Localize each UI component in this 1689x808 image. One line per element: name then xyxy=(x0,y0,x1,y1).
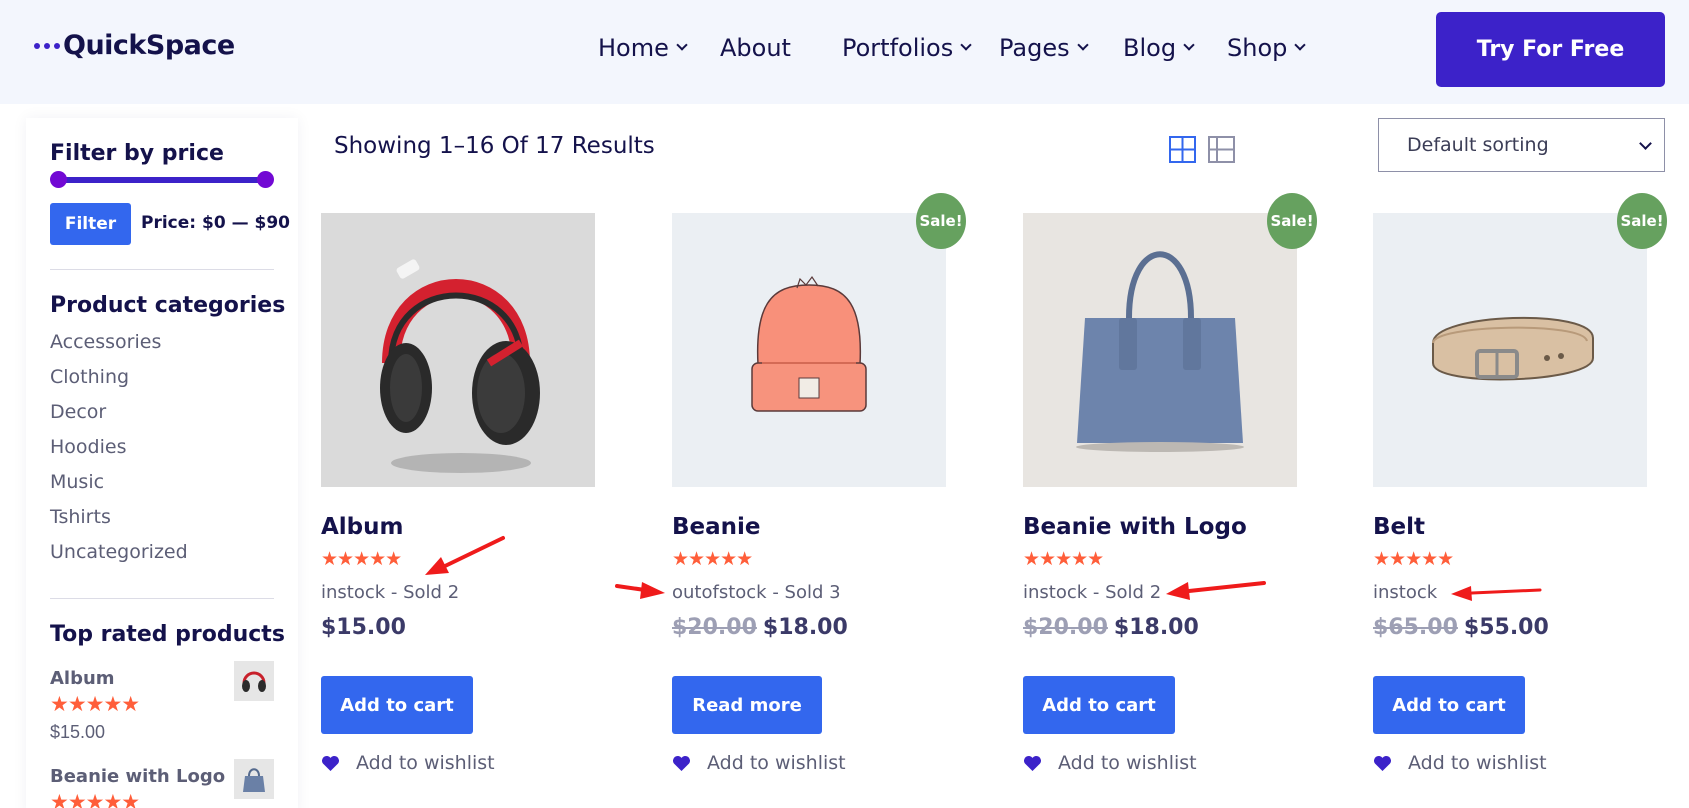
red-arrow-icon xyxy=(615,582,665,599)
red-arrow-icon xyxy=(1451,586,1542,601)
red-arrow-icon xyxy=(425,536,505,575)
red-arrow-icon xyxy=(1166,581,1266,600)
annotation-arrows xyxy=(425,536,1542,601)
